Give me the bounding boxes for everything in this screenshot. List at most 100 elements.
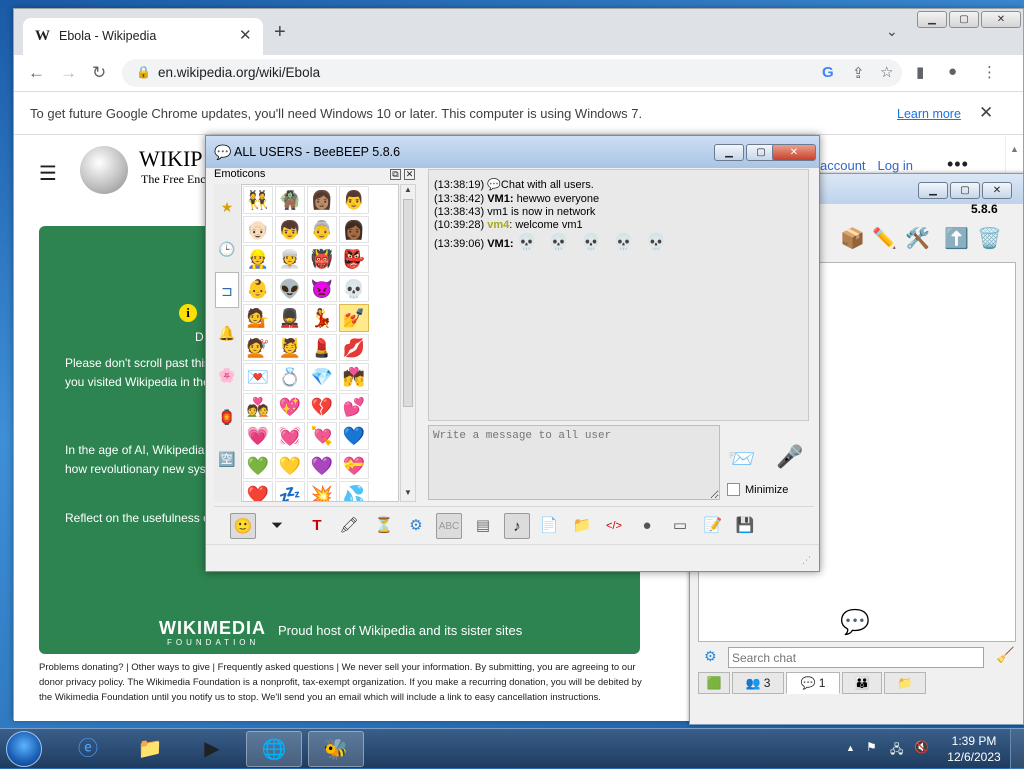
create-account-link[interactable]: account [820,158,866,173]
category-star-icon[interactable]: ★ [215,188,239,224]
tools-icon[interactable]: 🛠️ [905,226,930,251]
category-recent-icon[interactable]: 🕒 [215,230,239,266]
chat-close-button[interactable]: ✕ [772,144,816,161]
tray-expand-icon[interactable]: ▲ [846,743,855,753]
record-icon[interactable]: ● [634,513,660,539]
close-tab-icon[interactable]: ✕ [239,26,252,44]
microphone-icon[interactable]: 🎤 [776,444,803,470]
media-player-icon[interactable]: ▶ [184,731,240,767]
screenshot-icon[interactable]: ▭ [667,513,693,539]
profile-avatar-icon[interactable]: ● [948,63,957,80]
emoticon-cell[interactable]: 👽 [275,274,305,302]
learn-more-link[interactable]: Learn more [897,107,961,121]
side-panel-icon[interactable]: ▮ [916,63,924,81]
tab-ebola[interactable]: W Ebola - Wikipedia ✕ [23,18,263,55]
show-desktop-button[interactable] [1010,729,1024,769]
emoticon-menu-icon[interactable]: ⏷ [264,513,290,539]
emoticon-cell[interactable]: 💃 [307,304,337,332]
chrome-taskbar-icon[interactable]: 🌐 [246,731,302,767]
color-picker-icon[interactable]: 🖍 [336,513,362,539]
emoticon-cell[interactable]: 💘 [307,422,337,450]
internet-explorer-icon[interactable]: ⓔ [60,731,116,767]
network-icon[interactable]: 🖧 [890,740,903,761]
log-in-link[interactable]: Log in [878,158,913,173]
emoticon-cell[interactable]: 💀 [339,274,369,302]
emoticon-cell[interactable]: 💍 [275,363,305,391]
emoticon-cell[interactable]: 💏 [339,363,369,391]
emoticon-cell[interactable]: 👳 [275,245,305,273]
hamburger-menu-icon[interactable]: ☰ [39,161,57,186]
category-people-icon[interactable]: ⊐ [215,272,239,308]
forward-arrow-icon[interactable]: → [60,63,77,83]
settings-cogs-icon[interactable]: ⚙ [403,513,429,539]
trash-icon[interactable]: 🗑️ [977,226,1002,251]
html-code-icon[interactable]: </> [601,513,627,539]
send-folder-icon[interactable]: 📁 [569,513,595,539]
emoticon-cell[interactable]: 👷 [243,245,273,273]
emoticon-cell[interactable]: 💙 [339,422,369,450]
emoticon-cell[interactable]: 💛 [275,451,305,479]
emoticon-cell[interactable]: 👨 [339,186,369,214]
emoticon-cell[interactable]: 💝 [339,451,369,479]
close-panel-icon[interactable]: ✕ [404,169,415,180]
emoticon-cell[interactable]: 👿 [307,274,337,302]
gear-icon[interactable]: ⚙ [704,648,717,665]
beebeep-taskbar-icon[interactable]: 🐝 [308,731,364,767]
update-arrow-icon[interactable]: ⬆️ [944,226,969,251]
emoticon-cell[interactable]: 💄 [307,333,337,361]
emoticon-cell[interactable]: 🧌 [275,186,305,214]
emoticon-cell[interactable]: 💋 [339,333,369,361]
start-button[interactable] [6,731,42,767]
back-arrow-icon[interactable]: ← [28,63,45,83]
tab-groups[interactable]: 👪 [842,672,882,694]
wikipedia-wordmark[interactable]: WIKIP [139,146,203,172]
emoticon-cell[interactable]: 💎 [307,363,337,391]
emoticon-cell[interactable]: 💕 [339,392,369,420]
share-box-icon[interactable]: 📦 [840,226,865,251]
category-symbols-icon[interactable]: 🈳 [215,440,239,476]
emoticon-smiley-icon[interactable]: 🙂 [230,513,256,539]
send-message-icon[interactable]: 📨 [728,446,755,472]
emoticon-cell[interactable]: 💂 [275,304,305,332]
emoticon-cell[interactable]: 💜 [307,451,337,479]
flag-icon[interactable]: ⚑ [866,740,877,754]
share-icon[interactable]: ⇪ [852,64,865,82]
new-tab-icon[interactable]: + [274,21,286,44]
emoticon-cell[interactable]: 👵 [307,215,337,243]
emoticon-cell[interactable]: 👹 [307,245,337,273]
category-places-icon[interactable]: 🏮 [215,398,239,434]
file-explorer-icon[interactable]: 📁 [122,731,178,767]
system-clock[interactable]: 1:39 PM 12/6/2023 [944,733,1004,765]
emoticon-cell[interactable]: 💓 [275,422,305,450]
scroll-thumb[interactable] [403,199,413,407]
emoticon-cell[interactable]: 👦 [275,215,305,243]
font-icon[interactable]: T [304,513,330,539]
close-infobar-icon[interactable]: ✕ [979,103,993,123]
emoticon-cell[interactable]: 👴🏻 [243,215,273,243]
tab-chats[interactable]: 💬 1 [786,672,840,694]
emoticon-cell[interactable]: 💁 [243,304,273,332]
emoticon-scrollbar[interactable]: ▲ ▼ [400,184,416,502]
save-chat-icon[interactable]: 💾 [732,513,758,539]
google-translate-icon[interactable]: G [822,64,834,81]
search-chat-input[interactable] [728,647,984,668]
emoticon-cell[interactable]: 💌 [243,363,273,391]
bookmark-star-icon[interactable]: ☆ [880,63,893,81]
float-panel-icon[interactable]: ⧉ [390,169,401,180]
menu-kebab-icon[interactable]: ⋮ [982,63,997,81]
maximize-window-button[interactable]: ▢ [949,11,979,28]
emoticon-cell[interactable]: 💇 [243,333,273,361]
close-window-button[interactable]: ✕ [981,11,1021,28]
emoticon-cell[interactable]: 💔 [307,392,337,420]
address-bar[interactable]: 🔒 en.wikipedia.org/wiki/Ebola G ⇪ ☆ [122,59,902,87]
scroll-up-icon[interactable]: ▲ [1010,144,1019,154]
wikipedia-globe-logo[interactable] [80,146,128,194]
reload-icon[interactable]: ↻ [92,63,106,83]
emoticon-cell[interactable]: 💚 [243,451,273,479]
tab-users[interactable]: 👥 3 [732,672,784,694]
emoticon-cell[interactable]: 💦 [339,481,369,501]
send-file-icon[interactable]: 📄 [536,513,562,539]
scroll-down-arrow-icon[interactable]: ▼ [404,488,412,497]
emoticon-cell[interactable]: 💗 [243,422,273,450]
minimize-window-button[interactable]: ▁ [917,11,947,28]
